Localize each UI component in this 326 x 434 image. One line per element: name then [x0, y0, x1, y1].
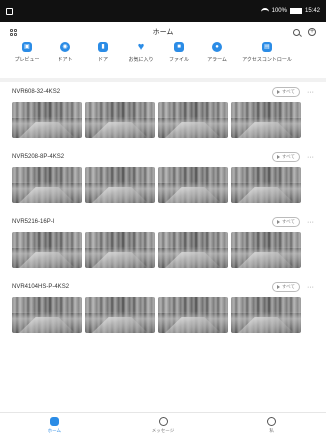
camera-thumbnail[interactable] [158, 102, 228, 138]
access-control-icon: ▤ [262, 42, 272, 52]
notification-icon [6, 7, 13, 15]
wifi-icon [260, 8, 269, 14]
heart-icon: ♥ [137, 41, 145, 53]
page-title: ホーム [152, 29, 174, 36]
view-all-button[interactable]: すべて [271, 282, 300, 292]
camera-thumbnail[interactable] [231, 102, 301, 138]
view-all-button[interactable]: すべて [271, 87, 300, 97]
shortcut-label: プレビュー [14, 57, 40, 63]
shortcut-access-control[interactable]: ▤ アクセスコントロール [236, 42, 298, 72]
status-indicators: 100% 15:42 [260, 8, 320, 14]
view-all-button[interactable]: すべて [271, 217, 300, 227]
bottom-tab-bar: ホーム メッセージ 私 [0, 412, 326, 434]
camera-thumbnail[interactable] [85, 102, 155, 138]
message-icon [158, 417, 168, 426]
clock: 15:42 [304, 8, 320, 14]
tab-me[interactable]: 私 [217, 413, 326, 434]
shortcut-preview[interactable]: ▣ プレビュー [8, 42, 46, 72]
shortcut-label: お気に入り [128, 57, 154, 63]
device-name[interactable]: NVR608-32-4KS2 [12, 89, 60, 95]
camera-thumbnail[interactable] [158, 297, 228, 333]
shortcut-label: アクセスコントロール [242, 57, 292, 63]
doorbell-icon: ◉ [60, 42, 70, 52]
device-card: NVR5216-16P-I すべて ··· [0, 212, 326, 277]
camera-thumbnail[interactable] [158, 232, 228, 268]
more-options-icon[interactable]: ··· [307, 219, 314, 226]
top-bar: ホーム + [0, 22, 326, 42]
shortcut-alarm[interactable]: ● アラーム [198, 42, 236, 72]
camera-thumbnail[interactable] [85, 167, 155, 203]
battery-icon [289, 8, 302, 14]
tab-home[interactable]: ホーム [0, 413, 109, 434]
camera-thumbnail[interactable] [12, 232, 82, 268]
camera-thumbnail[interactable] [12, 297, 82, 333]
shortcut-label: アラーム [207, 57, 227, 63]
more-options-icon[interactable]: ··· [307, 284, 314, 291]
device-card: NVR4104HS-P-4KS2 すべて ··· [0, 277, 326, 342]
camera-thumbnail[interactable] [12, 102, 82, 138]
preview-icon: ▣ [22, 42, 32, 52]
shortcut-doorbell[interactable]: ◉ ドアト [46, 42, 84, 72]
play-icon [276, 220, 280, 224]
shortcut-favorites[interactable]: ♥ お気に入り [122, 42, 160, 72]
tab-messages[interactable]: メッセージ [109, 413, 218, 434]
search-icon[interactable] [293, 28, 300, 36]
shortcut-label: ドア [97, 57, 108, 63]
tab-label: 私 [269, 428, 274, 433]
camera-thumbnail[interactable] [231, 167, 301, 203]
camera-thumbnail[interactable] [158, 167, 228, 203]
status-bar: 100% 15:42 [0, 0, 326, 22]
shortcut-door[interactable]: ▮ ドア [84, 42, 122, 72]
device-card: NVR5208-8P-4KS2 すべて ··· [0, 147, 326, 212]
tab-label: メッセージ [151, 428, 175, 433]
shortcut-label: ドアト [57, 57, 73, 63]
alarm-icon: ● [212, 42, 222, 52]
device-name[interactable]: NVR5208-8P-4KS2 [12, 154, 64, 160]
camera-thumbnail[interactable] [85, 232, 155, 268]
device-name[interactable]: NVR5216-16P-I [12, 219, 54, 225]
device-list: NVR608-32-4KS2 すべて ··· NVR5208-8P-4KS2 す… [0, 82, 326, 342]
play-icon [276, 155, 280, 159]
shortcut-bar: ▣ プレビュー ◉ ドアト ▮ ドア ♥ お気に入り ■ ファイル ● アラーム… [0, 42, 326, 72]
home-icon [49, 417, 59, 426]
grid-menu-icon[interactable] [10, 28, 17, 36]
shortcut-label: ファイル [168, 57, 189, 63]
device-name[interactable]: NVR4104HS-P-4KS2 [12, 284, 69, 290]
camera-thumbnail[interactable] [231, 297, 301, 333]
more-options-icon[interactable]: ··· [307, 154, 314, 161]
camera-thumbnail[interactable] [231, 232, 301, 268]
tab-label: ホーム [47, 428, 62, 433]
more-options-icon[interactable]: ··· [307, 89, 314, 96]
view-all-button[interactable]: すべて [271, 152, 300, 162]
camera-thumbnail[interactable] [85, 297, 155, 333]
shortcut-files[interactable]: ■ ファイル [160, 42, 198, 72]
battery-percent: 100% [271, 8, 287, 14]
device-card: NVR608-32-4KS2 すべて ··· [0, 82, 326, 147]
play-icon [276, 90, 280, 94]
camera-thumbnail[interactable] [12, 167, 82, 203]
add-device-icon[interactable]: + [308, 28, 316, 36]
profile-icon [267, 417, 277, 426]
play-icon [276, 285, 280, 289]
door-icon: ▮ [98, 42, 108, 52]
folder-icon: ■ [174, 42, 184, 52]
